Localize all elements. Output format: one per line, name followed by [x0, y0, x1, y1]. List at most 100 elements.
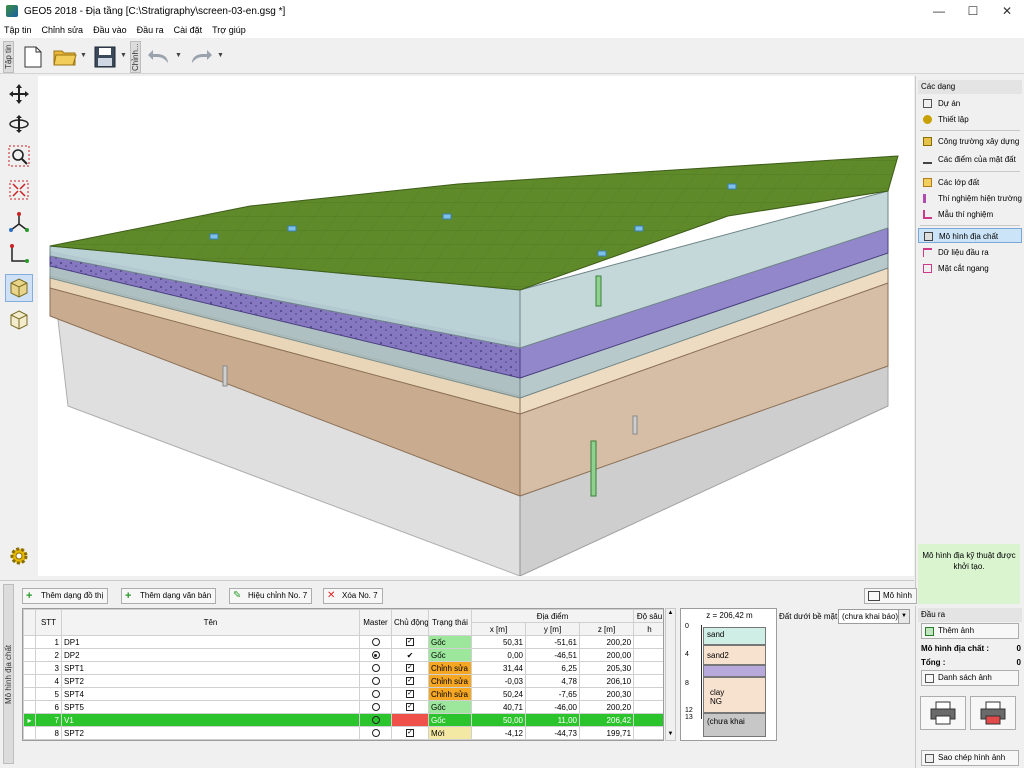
save-floppy-icon[interactable]	[92, 44, 118, 70]
frame-geological-model[interactable]: Mô hình địa chất	[918, 228, 1022, 243]
frame-construction-site[interactable]: Công trường xây dựng	[918, 134, 1022, 149]
row-selector[interactable]	[23, 687, 36, 701]
settings-gear-icon[interactable]	[5, 542, 33, 570]
zoom-icon[interactable]	[5, 142, 33, 170]
master-radio[interactable]	[371, 729, 380, 738]
frame-field-test[interactable]: Thí nghiệm hiện trường	[918, 191, 1022, 206]
table-row[interactable]: 4 SPT2 ✓ Chỉnh sửa -0,03 4,78 206,10	[23, 674, 663, 688]
row-name[interactable]: V1	[61, 713, 360, 727]
active-checkbox[interactable]: ✓	[406, 638, 414, 647]
frame-project[interactable]: Dự án	[918, 96, 1022, 111]
soil-below-select[interactable]: (chưa khai báo) ▼	[838, 609, 910, 624]
image-list-button[interactable]: Danh sách ảnh	[921, 670, 1019, 686]
table-row[interactable]: 2 DP2 ✔ Gốc 0,00 -46,51 200,00	[23, 648, 663, 662]
master-radio[interactable]	[371, 703, 380, 712]
row-master[interactable]	[359, 713, 392, 727]
frame-terrain-points[interactable]: Các điểm của mặt đất	[918, 152, 1022, 167]
row-selector[interactable]	[23, 700, 36, 714]
scroll-up-arrow-icon[interactable]: ▲	[667, 610, 674, 618]
row-active[interactable]: ✓	[391, 661, 429, 675]
delete-button[interactable]: ✕ Xóa No. 7	[323, 588, 383, 604]
save-dropdown-chevron-icon[interactable]: ▼	[120, 52, 127, 59]
pan-move-icon[interactable]	[5, 80, 33, 108]
master-radio[interactable]	[371, 677, 380, 686]
col-x-header[interactable]: x [m]	[471, 622, 526, 636]
axis-2d-icon[interactable]	[5, 240, 33, 268]
col-no-header[interactable]: STT	[35, 609, 62, 636]
chevron-down-icon[interactable]: ▼	[898, 610, 909, 623]
row-name[interactable]: SPT4	[61, 687, 360, 701]
col-active-header[interactable]: Chủ động	[391, 609, 429, 636]
row-active[interactable]: ✓	[391, 700, 429, 714]
row-master[interactable]	[359, 635, 392, 649]
row-active[interactable]: ✓	[391, 687, 429, 701]
col-name-header[interactable]: Tên	[61, 609, 360, 636]
menu-file[interactable]: Tập tin	[4, 25, 32, 35]
frame-lab-sample[interactable]: Mẫu thí nghiệm	[918, 207, 1022, 222]
redo-dropdown-chevron-icon[interactable]: ▼	[217, 52, 224, 59]
master-radio[interactable]	[371, 651, 380, 660]
copy-image-button[interactable]: Sao chép hình ảnh	[921, 750, 1019, 766]
wireframe-view-icon[interactable]	[5, 306, 33, 334]
rotate-view-icon[interactable]	[5, 110, 33, 138]
undo-icon[interactable]	[146, 44, 172, 70]
menu-edit[interactable]: Chỉnh sửa	[42, 25, 84, 35]
frame-settings[interactable]: Thiết lập	[918, 112, 1022, 127]
row-active[interactable]: ✓	[391, 674, 429, 688]
col-y-header[interactable]: y [m]	[525, 622, 580, 636]
add-text-button[interactable]: + Thêm dạng văn bản	[121, 588, 217, 604]
maximize-button[interactable]: ☐	[956, 0, 990, 22]
edit-toolbar-tab[interactable]: Chỉnh...	[130, 41, 141, 73]
table-row[interactable]: ▸ 7 V1 Gốc 50,00 11,00 206,42	[23, 713, 663, 727]
frame-cross-section[interactable]: Mặt cắt ngang	[918, 261, 1022, 276]
row-active[interactable]: ✓	[391, 726, 429, 740]
menu-output[interactable]: Đầu ra	[137, 25, 164, 35]
row-selector[interactable]	[23, 726, 36, 740]
master-radio[interactable]	[371, 690, 380, 699]
active-checkbox[interactable]: ✓	[406, 703, 414, 712]
redo-icon[interactable]	[188, 44, 214, 70]
row-name[interactable]: SPT2	[61, 726, 360, 740]
table-row[interactable]: 1 DP1 ✓ Gốc 50,31 -51,61 200,20	[23, 635, 663, 649]
open-folder-icon[interactable]	[52, 44, 78, 70]
edit-button[interactable]: ✎ Hiệu chỉnh No. 7	[229, 588, 313, 604]
add-graphic-button[interactable]: + Thêm dạng đồ thị	[22, 588, 109, 604]
row-name[interactable]: DP1	[61, 635, 360, 649]
row-selector[interactable]	[23, 674, 36, 688]
close-button[interactable]: ✕	[990, 0, 1024, 22]
master-radio[interactable]	[371, 716, 380, 725]
minimize-button[interactable]: —	[922, 0, 956, 22]
solid-view-icon[interactable]	[5, 274, 33, 302]
col-depth-header[interactable]: Độ sâu	[633, 609, 663, 623]
row-master[interactable]	[359, 726, 392, 740]
model-button[interactable]: Mô hình	[864, 588, 917, 604]
master-radio[interactable]	[371, 638, 380, 647]
zoom-extents-icon[interactable]	[5, 176, 33, 204]
menu-help[interactable]: Trợ giúp	[212, 25, 246, 35]
frame-output-data[interactable]: Dữ liệu đầu ra	[918, 245, 1022, 260]
print-export-button[interactable]	[970, 696, 1016, 730]
active-checkbox[interactable]: ✓	[406, 729, 414, 738]
row-master[interactable]	[359, 661, 392, 675]
row-selector[interactable]	[23, 635, 36, 649]
table-row[interactable]: 8 SPT2 ✓ Mới -4,12 -44,73 199,71	[23, 726, 663, 740]
menu-input[interactable]: Đầu vào	[93, 25, 127, 35]
row-master[interactable]	[359, 648, 392, 662]
row-name[interactable]: DP2	[61, 648, 360, 662]
3d-model-viewport[interactable]	[38, 76, 914, 576]
row-selector[interactable]: ▸	[23, 713, 36, 727]
active-checkbox[interactable]: ✓	[406, 664, 414, 673]
new-file-icon[interactable]	[20, 44, 46, 70]
table-row[interactable]: 6 SPT5 ✓ Gốc 40,71 -46,00 200,20	[23, 700, 663, 714]
row-master[interactable]	[359, 687, 392, 701]
undo-dropdown-chevron-icon[interactable]: ▼	[175, 52, 182, 59]
row-name[interactable]: SPT2	[61, 674, 360, 688]
open-dropdown-chevron-icon[interactable]: ▼	[80, 52, 87, 59]
col-status-header[interactable]: Trạng thái	[428, 609, 472, 636]
col-z-header[interactable]: z [m]	[578, 622, 635, 636]
row-master[interactable]	[359, 674, 392, 688]
master-radio[interactable]	[371, 664, 380, 673]
table-row[interactable]: 5 SPT4 ✓ Chỉnh sửa 50,24 -7,65 200,30	[23, 687, 663, 701]
geological-model-side-tab[interactable]: Mô hình địa chất	[3, 584, 14, 764]
row-active[interactable]: ✓	[391, 635, 429, 649]
